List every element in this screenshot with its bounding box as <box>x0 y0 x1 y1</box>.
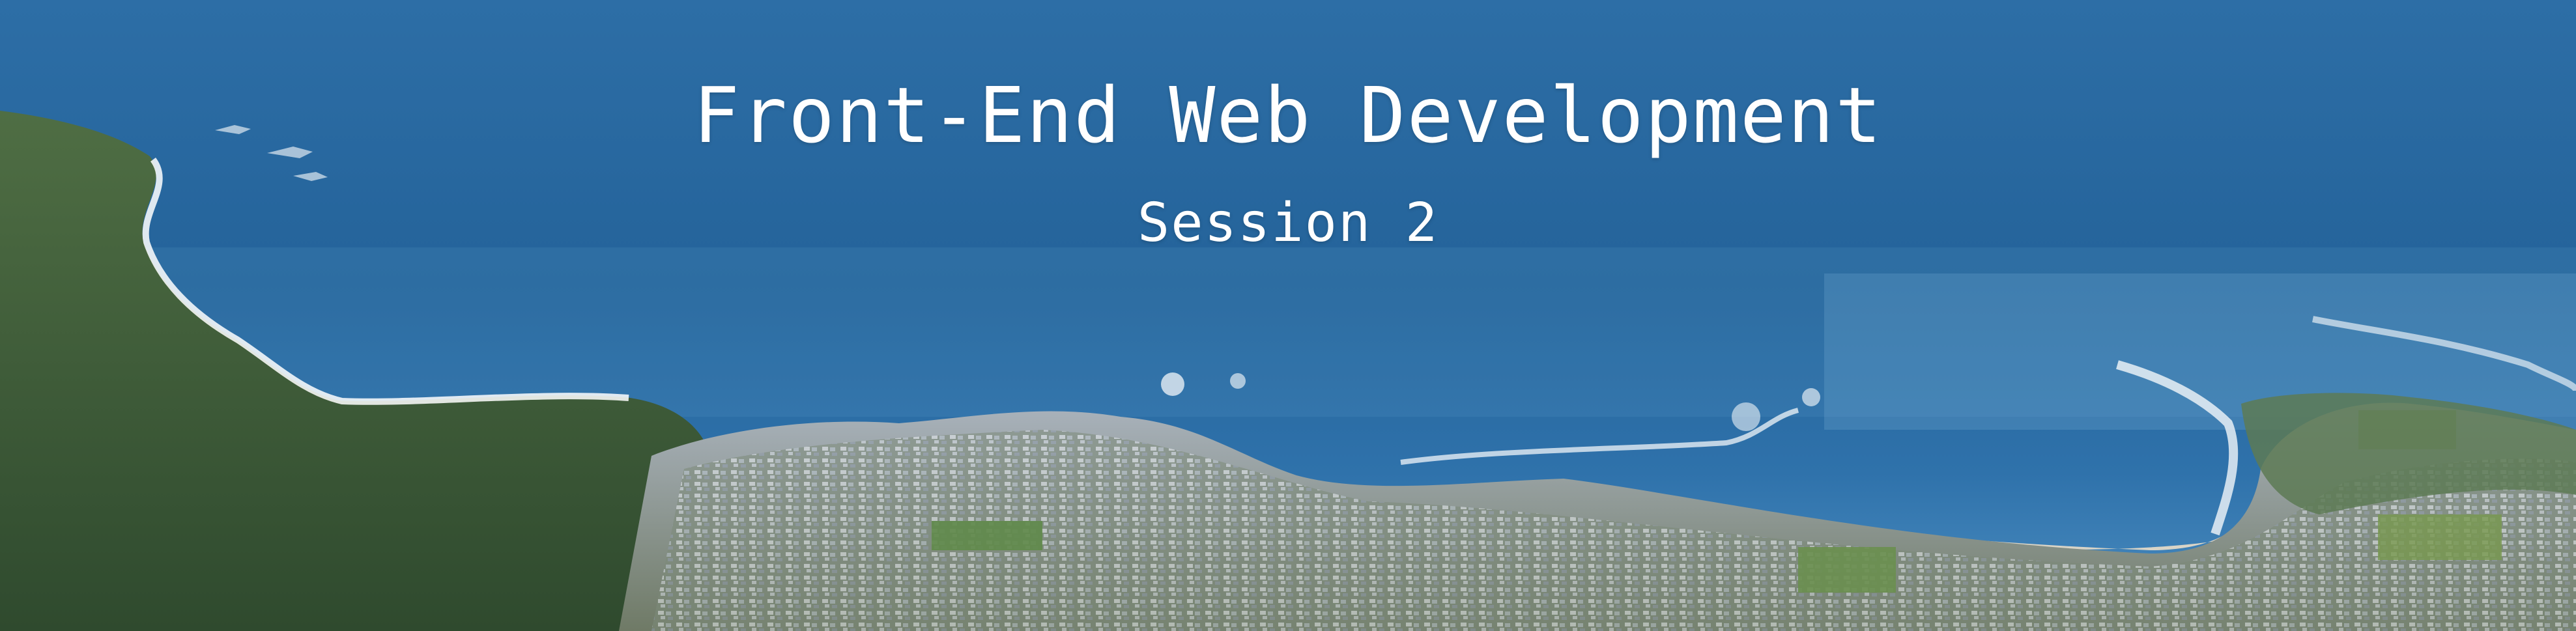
rock-foam-4 <box>1732 402 1760 431</box>
rock-foam-3 <box>1802 388 1820 406</box>
sports-field-1 <box>932 521 1042 550</box>
rock-foam-2 <box>1230 373 1246 389</box>
sports-field-4 <box>2378 514 2502 560</box>
rock-foam-1 <box>1161 372 1184 396</box>
sports-field-2 <box>1798 547 1896 593</box>
aerial-coastline-photo <box>0 0 2576 631</box>
hero-banner: Front-End Web Development Session 2 <box>0 0 2576 631</box>
